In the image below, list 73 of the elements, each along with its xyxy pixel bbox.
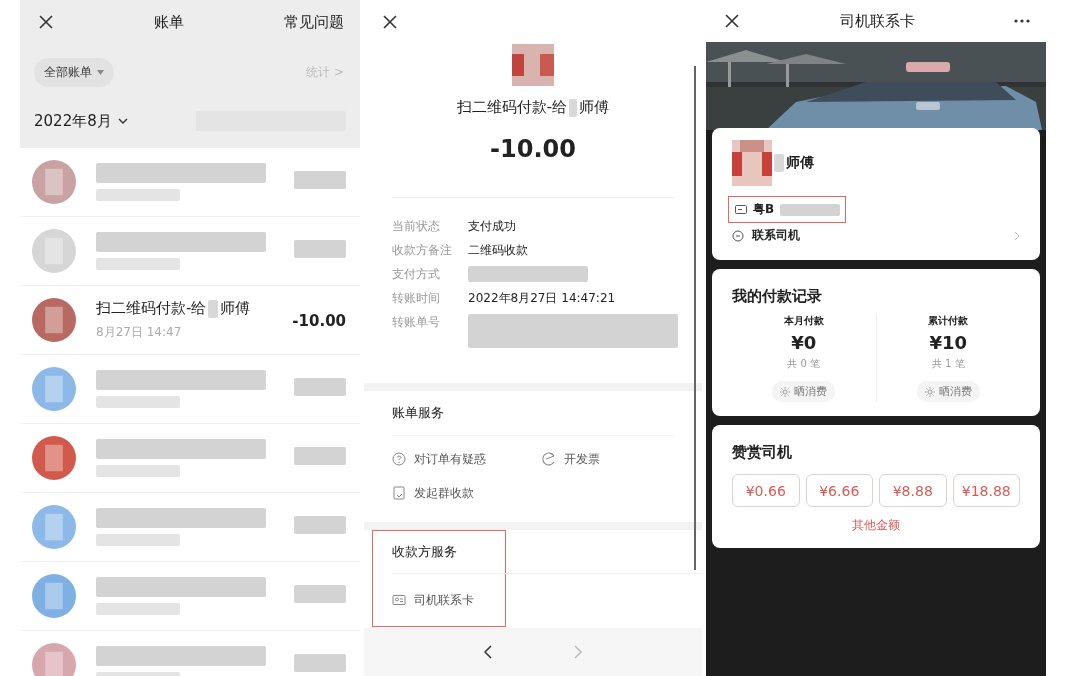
detail-label: 当前状态: [392, 218, 441, 235]
caret-icon: [97, 69, 104, 75]
record-label: 累计付款: [928, 314, 969, 328]
detail-label: 支付方式: [392, 266, 441, 283]
payee-name: 扫二维码付款-给: [456, 98, 568, 117]
question-icon: [392, 452, 406, 466]
bill-amount: -10.00: [292, 311, 346, 330]
service-link[interactable]: 开发票: [542, 442, 692, 476]
section-title: 账单服务: [392, 391, 674, 436]
plate-number: 粤B: [753, 201, 775, 218]
chevron-icon: [1014, 230, 1020, 241]
record-count: 共 0 笔: [787, 357, 821, 371]
screen-title: 账单: [154, 12, 184, 32]
detail-label: 转账单号: [392, 314, 441, 331]
detail-label: 收款方备注: [392, 242, 453, 259]
share-button[interactable]: 晒消费: [772, 381, 836, 402]
redacted-text: [294, 654, 346, 672]
card-title: 我的付款记录: [732, 287, 823, 306]
tip-amount-button[interactable]: ¥0.66: [732, 474, 800, 507]
detail-value: 二维码收款: [468, 242, 528, 259]
avatar: [512, 44, 554, 86]
avatar: [732, 140, 772, 186]
tip-amount-button[interactable]: ¥8.88: [879, 474, 947, 507]
service-link[interactable]: 发起群收款: [392, 476, 542, 510]
sun-icon: [780, 386, 791, 397]
close-icon[interactable]: [38, 14, 54, 30]
scrollbar[interactable]: [694, 66, 696, 570]
share-button[interactable]: 晒消费: [916, 381, 980, 402]
record-amount: ¥10: [929, 332, 968, 353]
redacted-text: [569, 98, 578, 117]
redacted-text: [294, 378, 346, 396]
record-label: 本月付款: [783, 314, 824, 328]
tip-amount-button[interactable]: ¥6.66: [805, 474, 873, 507]
contact-driver-link[interactable]: 联系司机: [732, 227, 1020, 244]
payee-name: 师傅: [579, 98, 610, 117]
filter-dropdown[interactable]: 全部账单: [34, 57, 114, 87]
chevron-icon: [117, 118, 128, 124]
other-amount-link[interactable]: 其他金额: [852, 517, 900, 534]
month-picker[interactable]: 2022年8月: [34, 111, 128, 131]
service-link[interactable]: 对订单有疑惑: [392, 442, 542, 476]
redacted-text: [208, 299, 219, 318]
redacted-text: [294, 516, 346, 534]
record-amount: ¥0: [791, 332, 817, 353]
plate-icon: [735, 205, 747, 214]
back-icon[interactable]: [483, 645, 493, 659]
id-card-icon: [392, 593, 406, 607]
close-icon[interactable]: [724, 13, 740, 29]
redacted-text: [294, 171, 346, 189]
redacted-text: [294, 585, 346, 603]
close-icon[interactable]: [382, 14, 398, 30]
card-title: 赞赏司机: [732, 443, 793, 462]
detail-value: 2022年8月27日 14:47:21: [468, 290, 616, 307]
record-count: 共 1 笔: [931, 357, 965, 371]
payee-name: 扫二维码付款-给: [96, 299, 207, 318]
bill-time: 8月27日 14:47: [96, 324, 183, 341]
bill-row[interactable]: 扫二维码付款-给 师傅 8月27日 14:47 -10.00: [20, 286, 360, 355]
more-icon[interactable]: [1014, 19, 1030, 23]
service-link[interactable]: 司机联系卡: [392, 580, 474, 620]
payment-amount: -10.00: [490, 135, 576, 163]
redacted-text: [774, 154, 784, 172]
redacted-text: [294, 447, 346, 465]
redacted-text: [780, 203, 841, 216]
document-icon: [392, 486, 406, 500]
chat-icon: [732, 229, 744, 242]
detail-label: 转账时间: [392, 290, 441, 307]
sun-icon: [924, 386, 935, 397]
payee-name: 师傅: [220, 299, 251, 318]
faq-link[interactable]: 常见问题: [284, 12, 344, 32]
screen-title: 司机联系卡: [839, 11, 915, 31]
driver-name: 师傅: [786, 154, 814, 172]
detail-value: 支付成功: [468, 218, 516, 235]
redacted-text: [294, 240, 346, 258]
tip-amount-button[interactable]: ¥18.88: [952, 474, 1020, 507]
